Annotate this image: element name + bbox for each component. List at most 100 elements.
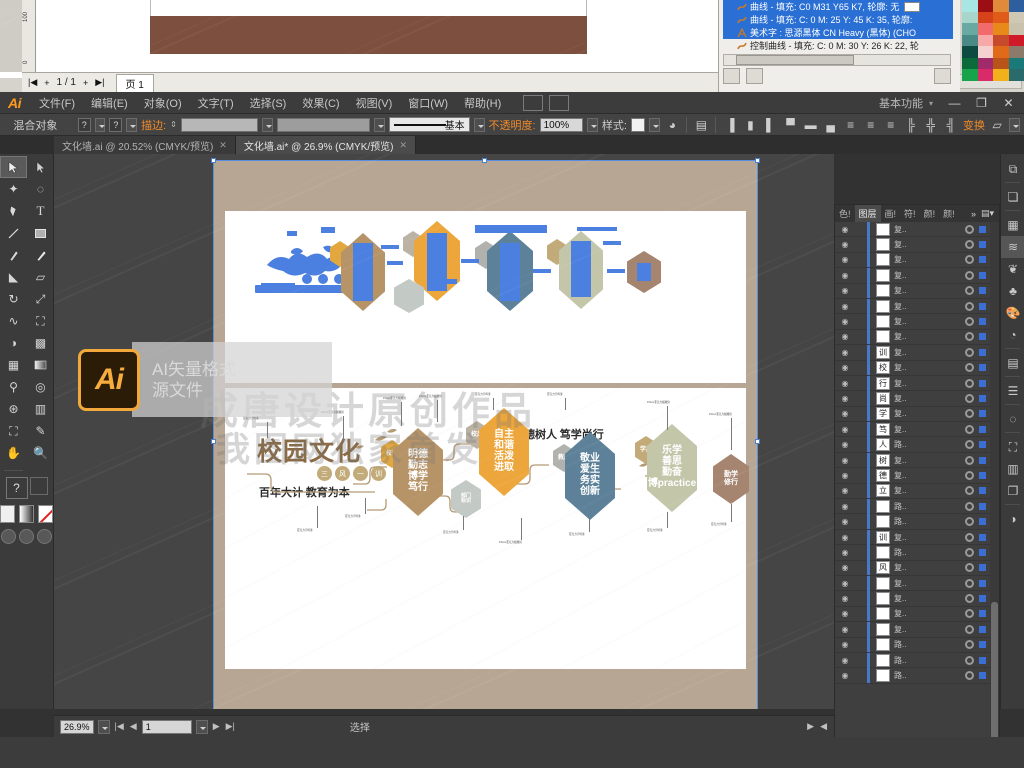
layer-row[interactable]: ◉ 复.. bbox=[835, 575, 990, 592]
prev-artboard-icon[interactable]: ◀ bbox=[129, 721, 138, 732]
palette-swatch[interactable] bbox=[962, 46, 978, 58]
free-transform-tool[interactable]: ⛶ bbox=[27, 310, 54, 332]
distribute-left-icon[interactable]: ╠ bbox=[903, 117, 919, 133]
visibility-toggle-icon[interactable]: ◉ bbox=[837, 440, 853, 449]
palette-swatch[interactable] bbox=[1008, 34, 1024, 46]
visibility-toggle-icon[interactable]: ◉ bbox=[837, 394, 853, 403]
menu-view[interactable]: 视图(V) bbox=[348, 93, 401, 113]
target-indicator-icon[interactable] bbox=[965, 424, 974, 434]
layer-row[interactable]: ◉ 路.. bbox=[835, 544, 990, 561]
blob-brush-tool[interactable]: ◣ bbox=[0, 266, 27, 288]
layer-row[interactable]: ◉ 复.. bbox=[835, 298, 990, 315]
new-master-layer-icon[interactable] bbox=[746, 68, 764, 84]
target-indicator-icon[interactable] bbox=[965, 224, 974, 234]
visibility-toggle-icon[interactable]: ◉ bbox=[837, 425, 853, 434]
palette-swatch[interactable] bbox=[1008, 0, 1024, 12]
target-indicator-icon[interactable] bbox=[965, 655, 974, 665]
transform-dock-icon[interactable]: ⧉ bbox=[1001, 158, 1024, 180]
layers-scrollbar[interactable] bbox=[990, 222, 999, 768]
target-indicator-icon[interactable] bbox=[965, 347, 974, 357]
coreldraw-page-navigator[interactable]: |◀ + 1 / 1 + ▶| 页 1 bbox=[22, 72, 718, 93]
paintbrush-tool[interactable] bbox=[0, 244, 27, 266]
tab-color-guide[interactable]: 颜! bbox=[939, 205, 959, 222]
layer-row[interactable]: ◉ 复.. bbox=[835, 222, 990, 238]
distribute-bottom-icon[interactable]: ≡ bbox=[883, 117, 899, 133]
visibility-toggle-icon[interactable]: ◉ bbox=[837, 671, 853, 680]
layer-row[interactable]: ◉ 路.. bbox=[835, 637, 990, 653]
tab-swatches[interactable]: 颜! bbox=[920, 205, 940, 222]
document-canvas[interactable]: 校园文化 三 风 一 训 百年大计 教育为本 立德树人 笃学尚行 校训 明德 勤… bbox=[54, 154, 834, 709]
document-tab-2[interactable]: 文化墙.ai* @ 26.9% (CMYK/预览) ✕ bbox=[235, 136, 417, 154]
opacity-value-field[interactable]: 100% bbox=[539, 117, 583, 132]
color-guide-dock-icon[interactable]: ◔ bbox=[1001, 324, 1024, 346]
distribute-center-icon[interactable]: ≡ bbox=[863, 117, 879, 133]
scrollbar-thumb[interactable] bbox=[991, 602, 998, 752]
chevron-down-icon[interactable]: ▾ bbox=[929, 99, 941, 108]
palette-swatch[interactable] bbox=[1008, 69, 1024, 81]
target-indicator-icon[interactable] bbox=[965, 255, 974, 265]
blend-tool[interactable]: ◎ bbox=[27, 376, 54, 398]
target-indicator-icon[interactable] bbox=[965, 470, 974, 480]
tab-symbols[interactable]: 符! bbox=[900, 205, 920, 222]
palette-swatch[interactable] bbox=[977, 46, 993, 58]
fill-dropdown-icon[interactable] bbox=[94, 117, 106, 132]
stroke-profile-field[interactable]: 基本 bbox=[388, 117, 470, 132]
visibility-toggle-icon[interactable]: ◉ bbox=[837, 517, 853, 526]
callout-selected[interactable] bbox=[435, 279, 457, 284]
target-indicator-icon[interactable] bbox=[965, 501, 974, 511]
target-indicator-icon[interactable] bbox=[965, 671, 974, 681]
visibility-toggle-icon[interactable]: ◉ bbox=[837, 255, 853, 264]
align-top-icon[interactable]: ▀ bbox=[782, 117, 798, 133]
menu-help[interactable]: 帮助(H) bbox=[456, 93, 509, 113]
layer-row[interactable]: ◉ 复.. bbox=[835, 283, 990, 299]
object-manager-list[interactable]: 曲线 - 填充: C0 M31 Y65 K7, 轮廓: 无 曲线 - 填充: C… bbox=[723, 0, 953, 52]
type-tool[interactable]: T bbox=[27, 200, 54, 222]
symbols-dock-icon[interactable]: ♣ bbox=[1001, 280, 1024, 302]
visibility-toggle-icon[interactable]: ◉ bbox=[837, 379, 853, 388]
transform-panel-icon[interactable]: ▤ bbox=[693, 117, 709, 133]
gradient-fill-button[interactable] bbox=[19, 505, 34, 523]
palette-swatch[interactable] bbox=[993, 23, 1009, 35]
object-row[interactable]: 控制曲线 - 填充: C: 0 M: 30 Y: 26 K: 22, 轮 bbox=[723, 39, 953, 52]
palette-swatch[interactable] bbox=[962, 34, 978, 46]
stroke-color-box[interactable]: ? bbox=[109, 117, 123, 132]
last-artboard-icon[interactable]: ▶| bbox=[225, 721, 236, 732]
layer-row[interactable]: ◉ 复.. bbox=[835, 252, 990, 269]
opacity-dropdown-icon[interactable] bbox=[586, 117, 598, 132]
normal-screen-mode-icon[interactable] bbox=[1, 529, 16, 544]
menu-type[interactable]: 文字(T) bbox=[190, 93, 242, 113]
callout-selected[interactable] bbox=[603, 241, 621, 245]
palette-swatch[interactable] bbox=[962, 11, 978, 23]
target-indicator-icon[interactable] bbox=[965, 532, 974, 542]
stroke-stepper-icon[interactable]: ⇕ bbox=[170, 120, 177, 129]
visibility-toggle-icon[interactable]: ◉ bbox=[837, 317, 853, 326]
callout-selected[interactable] bbox=[461, 259, 479, 263]
hex-text-selected[interactable] bbox=[500, 243, 520, 301]
close-icon[interactable]: ✕ bbox=[219, 140, 227, 151]
callout-selected[interactable] bbox=[533, 269, 551, 273]
callout-selected[interactable] bbox=[321, 227, 335, 233]
visibility-toggle-icon[interactable]: ◉ bbox=[837, 502, 853, 511]
target-indicator-icon[interactable] bbox=[965, 332, 974, 342]
visibility-toggle-icon[interactable]: ◉ bbox=[837, 609, 853, 618]
palette-swatch[interactable] bbox=[977, 0, 993, 12]
palette-swatch[interactable] bbox=[962, 69, 978, 81]
layer-row[interactable]: ◉ 复.. bbox=[835, 314, 990, 330]
pathfinder-dock-icon[interactable]: ❏ bbox=[1001, 186, 1024, 208]
mesh-tool[interactable]: ▦ bbox=[0, 354, 27, 376]
callout-selected[interactable] bbox=[607, 269, 625, 273]
zoom-dropdown-icon[interactable] bbox=[97, 719, 110, 734]
maximize-button[interactable]: ❐ bbox=[968, 92, 995, 114]
page-tab-1[interactable]: 页 1 bbox=[115, 74, 154, 93]
visibility-toggle-icon[interactable]: ◉ bbox=[837, 302, 853, 311]
stroke-weight-dropdown-icon[interactable] bbox=[261, 117, 273, 132]
close-icon[interactable]: ✕ bbox=[399, 140, 407, 151]
target-indicator-icon[interactable] bbox=[965, 317, 974, 327]
full-screen-menu-mode-icon[interactable] bbox=[19, 529, 34, 544]
first-artboard-icon[interactable]: |◀ bbox=[114, 721, 125, 732]
color-fill-button[interactable] bbox=[0, 505, 15, 523]
hand-tool[interactable]: ✋ bbox=[0, 442, 27, 464]
visibility-toggle-icon[interactable]: ◉ bbox=[837, 625, 853, 634]
visibility-toggle-icon[interactable]: ◉ bbox=[837, 563, 853, 572]
tab-color[interactable]: 色! bbox=[835, 205, 855, 222]
